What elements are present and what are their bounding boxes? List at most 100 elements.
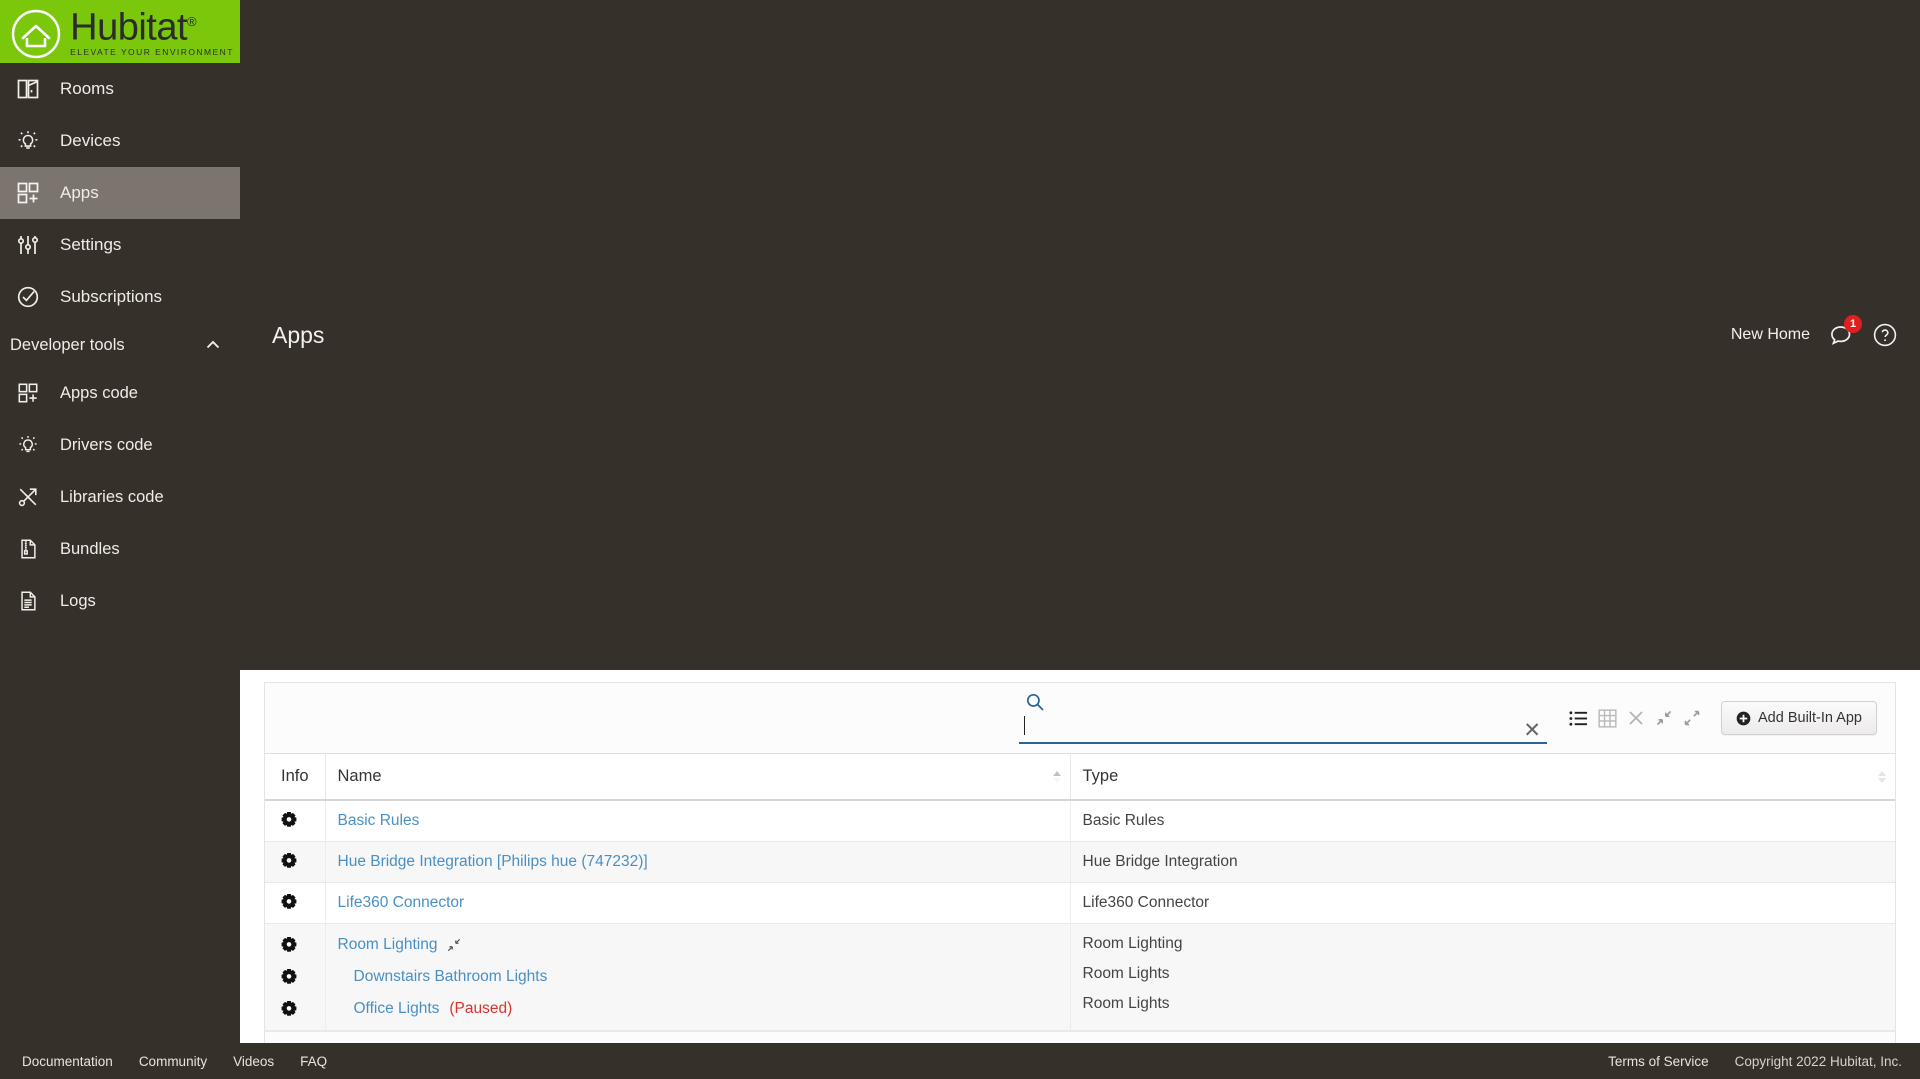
sidebar-item-label: Libraries code — [60, 487, 164, 506]
row-name-cell: Hue Bridge Integration [Philips hue (747… — [325, 841, 1071, 883]
sidebar-item-label: Apps — [60, 183, 99, 202]
expand-all-icon[interactable] — [1683, 709, 1701, 727]
row-name-cell: Room Lighting Downstairs Bathroom Lights… — [325, 923, 1071, 1031]
hub-name[interactable]: New Home — [1731, 326, 1810, 344]
footer-link-community[interactable]: Community — [139, 1054, 207, 1069]
close-x-icon[interactable] — [1627, 709, 1645, 727]
list-view-icon[interactable] — [1569, 709, 1588, 728]
sidebar-item-devices[interactable]: Devices — [0, 115, 240, 167]
clear-x-icon[interactable]: ✕ — [1523, 720, 1541, 741]
sidebar-item-subscriptions[interactable]: Subscriptions — [0, 271, 240, 323]
sidebar-section-developer-tools[interactable]: Developer tools — [0, 323, 240, 367]
registered-mark: ® — [187, 13, 197, 29]
main-column: Apps New Home 1 ✕ Add Built-In App Info … — [240, 0, 1920, 1079]
sidebar-item-libraries-code[interactable]: Libraries code — [0, 471, 240, 523]
text-cursor — [1024, 716, 1025, 735]
gear-icon[interactable] — [281, 894, 313, 911]
chevron-up-icon[interactable] — [204, 336, 222, 354]
search-container: ✕ — [1019, 692, 1547, 744]
table-row[interactable]: Life360 Connector Life360 Connector — [265, 882, 1895, 924]
page-root: Hubitat® ELEVATE YOUR ENVIRONMENT Rooms — [0, 0, 1920, 1079]
collapse-all-icon[interactable] — [1655, 709, 1673, 727]
gear-icon[interactable] — [281, 935, 313, 955]
app-name-link[interactable]: Hue Bridge Integration [Philips hue (747… — [338, 853, 648, 870]
row-type-cell: Life360 Connector — [1070, 882, 1895, 924]
gear-icon[interactable] — [281, 853, 313, 870]
sidebar-item-label: Bundles — [60, 539, 120, 558]
bulb-icon — [12, 129, 44, 153]
column-header-type[interactable]: Type — [1070, 753, 1895, 801]
column-header-name[interactable]: Name — [325, 753, 1071, 801]
row-type-cell: Hue Bridge Integration — [1070, 841, 1895, 883]
app-type: Room Lighting — [1082, 935, 1183, 952]
notification-count-badge: 1 — [1844, 315, 1862, 333]
primary-nav: Rooms Devices Apps Settings Subscription… — [0, 63, 240, 627]
table-row-group[interactable]: Room Lighting Downstairs Bathroom Lights… — [265, 923, 1895, 1031]
apps-table: Info Name Type Basic Rules Basic Rules H… — [265, 753, 1895, 1031]
notifications-button[interactable]: 1 — [1828, 315, 1862, 348]
row-name-cell: Life360 Connector — [325, 882, 1071, 924]
hubitat-house-icon — [10, 8, 62, 60]
app-name-link[interactable]: Room Lighting — [338, 936, 438, 954]
row-name-cell: Basic Rules — [325, 800, 1071, 842]
footer-links: Documentation Community Videos FAQ — [14, 1054, 327, 1069]
sliders-icon — [12, 233, 44, 257]
sidebar-item-rooms[interactable]: Rooms — [0, 63, 240, 115]
sidebar-item-drivers-code[interactable]: Drivers code — [0, 419, 240, 471]
sidebar-item-logs[interactable]: Logs — [0, 575, 240, 627]
app-name-link[interactable]: Basic Rules — [338, 812, 420, 829]
check-circle-icon — [12, 285, 44, 309]
sidebar-item-label: Devices — [60, 131, 121, 150]
footer-link-videos[interactable]: Videos — [233, 1054, 274, 1069]
collapse-arrows-icon[interactable] — [447, 938, 461, 952]
row-info-cell — [265, 800, 326, 842]
sidebar-item-label: Apps code — [60, 383, 138, 402]
sidebar-item-apps[interactable]: Apps — [0, 167, 240, 219]
table-row[interactable]: Basic Rules Basic Rules — [265, 800, 1895, 842]
app-name-stack: Room Lighting Downstairs Bathroom Lights… — [338, 935, 1058, 1019]
footer-link-documentation[interactable]: Documentation — [22, 1054, 113, 1069]
help-button[interactable] — [1872, 322, 1898, 348]
sidebar-item-settings[interactable]: Settings — [0, 219, 240, 271]
sidebar-item-label: Rooms — [60, 79, 114, 98]
view-toolbar — [1569, 708, 1701, 728]
add-built-in-app-button[interactable]: Add Built-In App — [1721, 701, 1877, 735]
header-actions: New Home 1 — [1731, 315, 1898, 348]
search-input[interactable] — [1019, 714, 1547, 744]
app-type-stack: Room Lighting Room Lights Room Lights — [1083, 935, 1884, 1013]
brand-name: Hubitat® — [70, 6, 197, 49]
brand-logo[interactable]: Hubitat® ELEVATE YOUR ENVIRONMENT — [0, 0, 240, 63]
page-footer: Documentation Community Videos FAQ Terms… — [0, 1043, 1920, 1079]
row-type-cell: Basic Rules — [1070, 800, 1895, 842]
sidebar-item-apps-code[interactable]: Apps code — [0, 367, 240, 419]
app-name-link[interactable]: Life360 Connector — [338, 894, 465, 911]
gear-icon[interactable] — [281, 999, 313, 1019]
gear-icon[interactable] — [281, 812, 313, 829]
row-info-cell — [265, 923, 326, 1031]
column-header-info[interactable]: Info — [265, 753, 326, 801]
grid-view-icon[interactable] — [1598, 708, 1617, 728]
gear-icon[interactable] — [281, 967, 313, 987]
plus-circle-icon — [1736, 711, 1751, 726]
footer-link-faq[interactable]: FAQ — [300, 1054, 327, 1069]
question-circle-icon — [1872, 322, 1898, 348]
column-header-label: Name — [337, 767, 382, 785]
footer-legal: Terms of Service Copyright 2022 Hubitat,… — [1608, 1054, 1902, 1069]
sidebar-item-bundles[interactable]: Bundles — [0, 523, 240, 575]
status-badge-paused: (Paused) — [449, 1000, 513, 1017]
column-header-label: Info — [281, 767, 309, 785]
app-name-link[interactable]: Downstairs Bathroom Lights — [354, 968, 548, 986]
table-row[interactable]: Hue Bridge Integration [Philips hue (747… — [265, 841, 1895, 883]
child-app-row: Office Lights (Paused) — [338, 999, 1058, 1019]
sidebar-item-label: Settings — [60, 235, 122, 254]
sidebar-section-label: Developer tools — [10, 335, 125, 354]
table-toolbar: ✕ Add Built-In App — [265, 683, 1895, 753]
row-info-cell — [265, 841, 326, 883]
footer-link-terms-of-service[interactable]: Terms of Service — [1608, 1054, 1709, 1069]
content-area: ✕ Add Built-In App Info Name Type Basic … — [240, 670, 1920, 1079]
apps-grid-plus-icon — [12, 382, 44, 404]
search-icon — [1025, 692, 1045, 712]
app-type: Room Lights — [1082, 965, 1170, 982]
app-name-link[interactable]: Office Lights — [354, 1000, 440, 1018]
top-header: Apps New Home 1 — [240, 0, 1920, 670]
